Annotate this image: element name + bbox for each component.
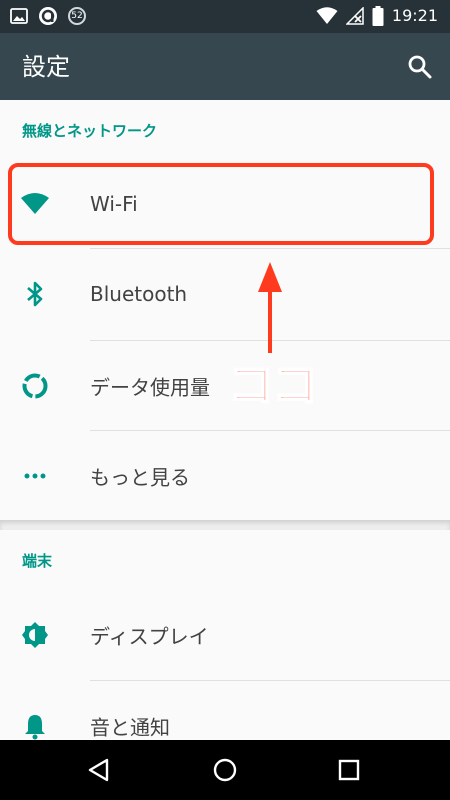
- settings-item-label: ディスプレイ: [90, 624, 209, 648]
- section-header-wireless: 無線とネットワーク: [22, 122, 158, 140]
- settings-item-sound[interactable]: 音と通知: [0, 681, 450, 740]
- clock: 19:21: [391, 6, 438, 25]
- bell-icon: [25, 714, 45, 739]
- settings-item-label: もっと見る: [90, 465, 190, 489]
- battery-icon: [372, 6, 384, 26]
- annotation-label: ココ: [227, 358, 319, 412]
- recents-icon[interactable]: [334, 755, 364, 785]
- section-gap: [0, 520, 450, 530]
- notification-count: 52: [71, 11, 83, 21]
- section-header-device: 端末: [22, 552, 53, 570]
- settings-item-bluetooth[interactable]: Bluetooth: [0, 249, 450, 338]
- bluetooth-icon: [27, 281, 43, 306]
- wifi-icon: [316, 7, 338, 24]
- page-title: 設定: [22, 53, 70, 81]
- app-bar: 設定: [0, 33, 450, 100]
- settings-item-more[interactable]: もっと見る: [0, 431, 450, 520]
- more-icon: [24, 473, 46, 478]
- section-device: 端末 ディスプレイ 音と通知: [0, 530, 450, 740]
- settings-item-label: Bluetooth: [90, 281, 188, 306]
- home-icon[interactable]: [210, 755, 240, 785]
- settings-item-data-usage[interactable]: データ使用量: [0, 341, 450, 430]
- back-icon[interactable]: [84, 755, 114, 785]
- settings-item-display[interactable]: ディスプレイ: [0, 590, 450, 679]
- status-bar-right: 19:21: [316, 6, 438, 26]
- data-usage-icon: [22, 373, 48, 398]
- brightness-icon: [22, 621, 48, 648]
- settings-list: 無線とネットワーク Wi-Fi Bluetooth データ使用量 もっと見る 端…: [0, 100, 450, 740]
- badge-icon: 52: [68, 7, 86, 25]
- status-bar-left: 52: [10, 6, 86, 26]
- status-bar: 52 19:21: [0, 0, 450, 33]
- no-signal-icon: [345, 7, 364, 25]
- image-icon: [10, 8, 28, 24]
- search-icon[interactable]: [406, 53, 434, 81]
- settings-item-label: データ使用量: [90, 375, 210, 399]
- settings-item-label: 音と通知: [90, 715, 170, 739]
- circle-a-icon: [39, 7, 57, 25]
- arrow-up-icon: [258, 262, 282, 353]
- highlight-box: [8, 163, 434, 245]
- navigation-bar: [0, 740, 450, 800]
